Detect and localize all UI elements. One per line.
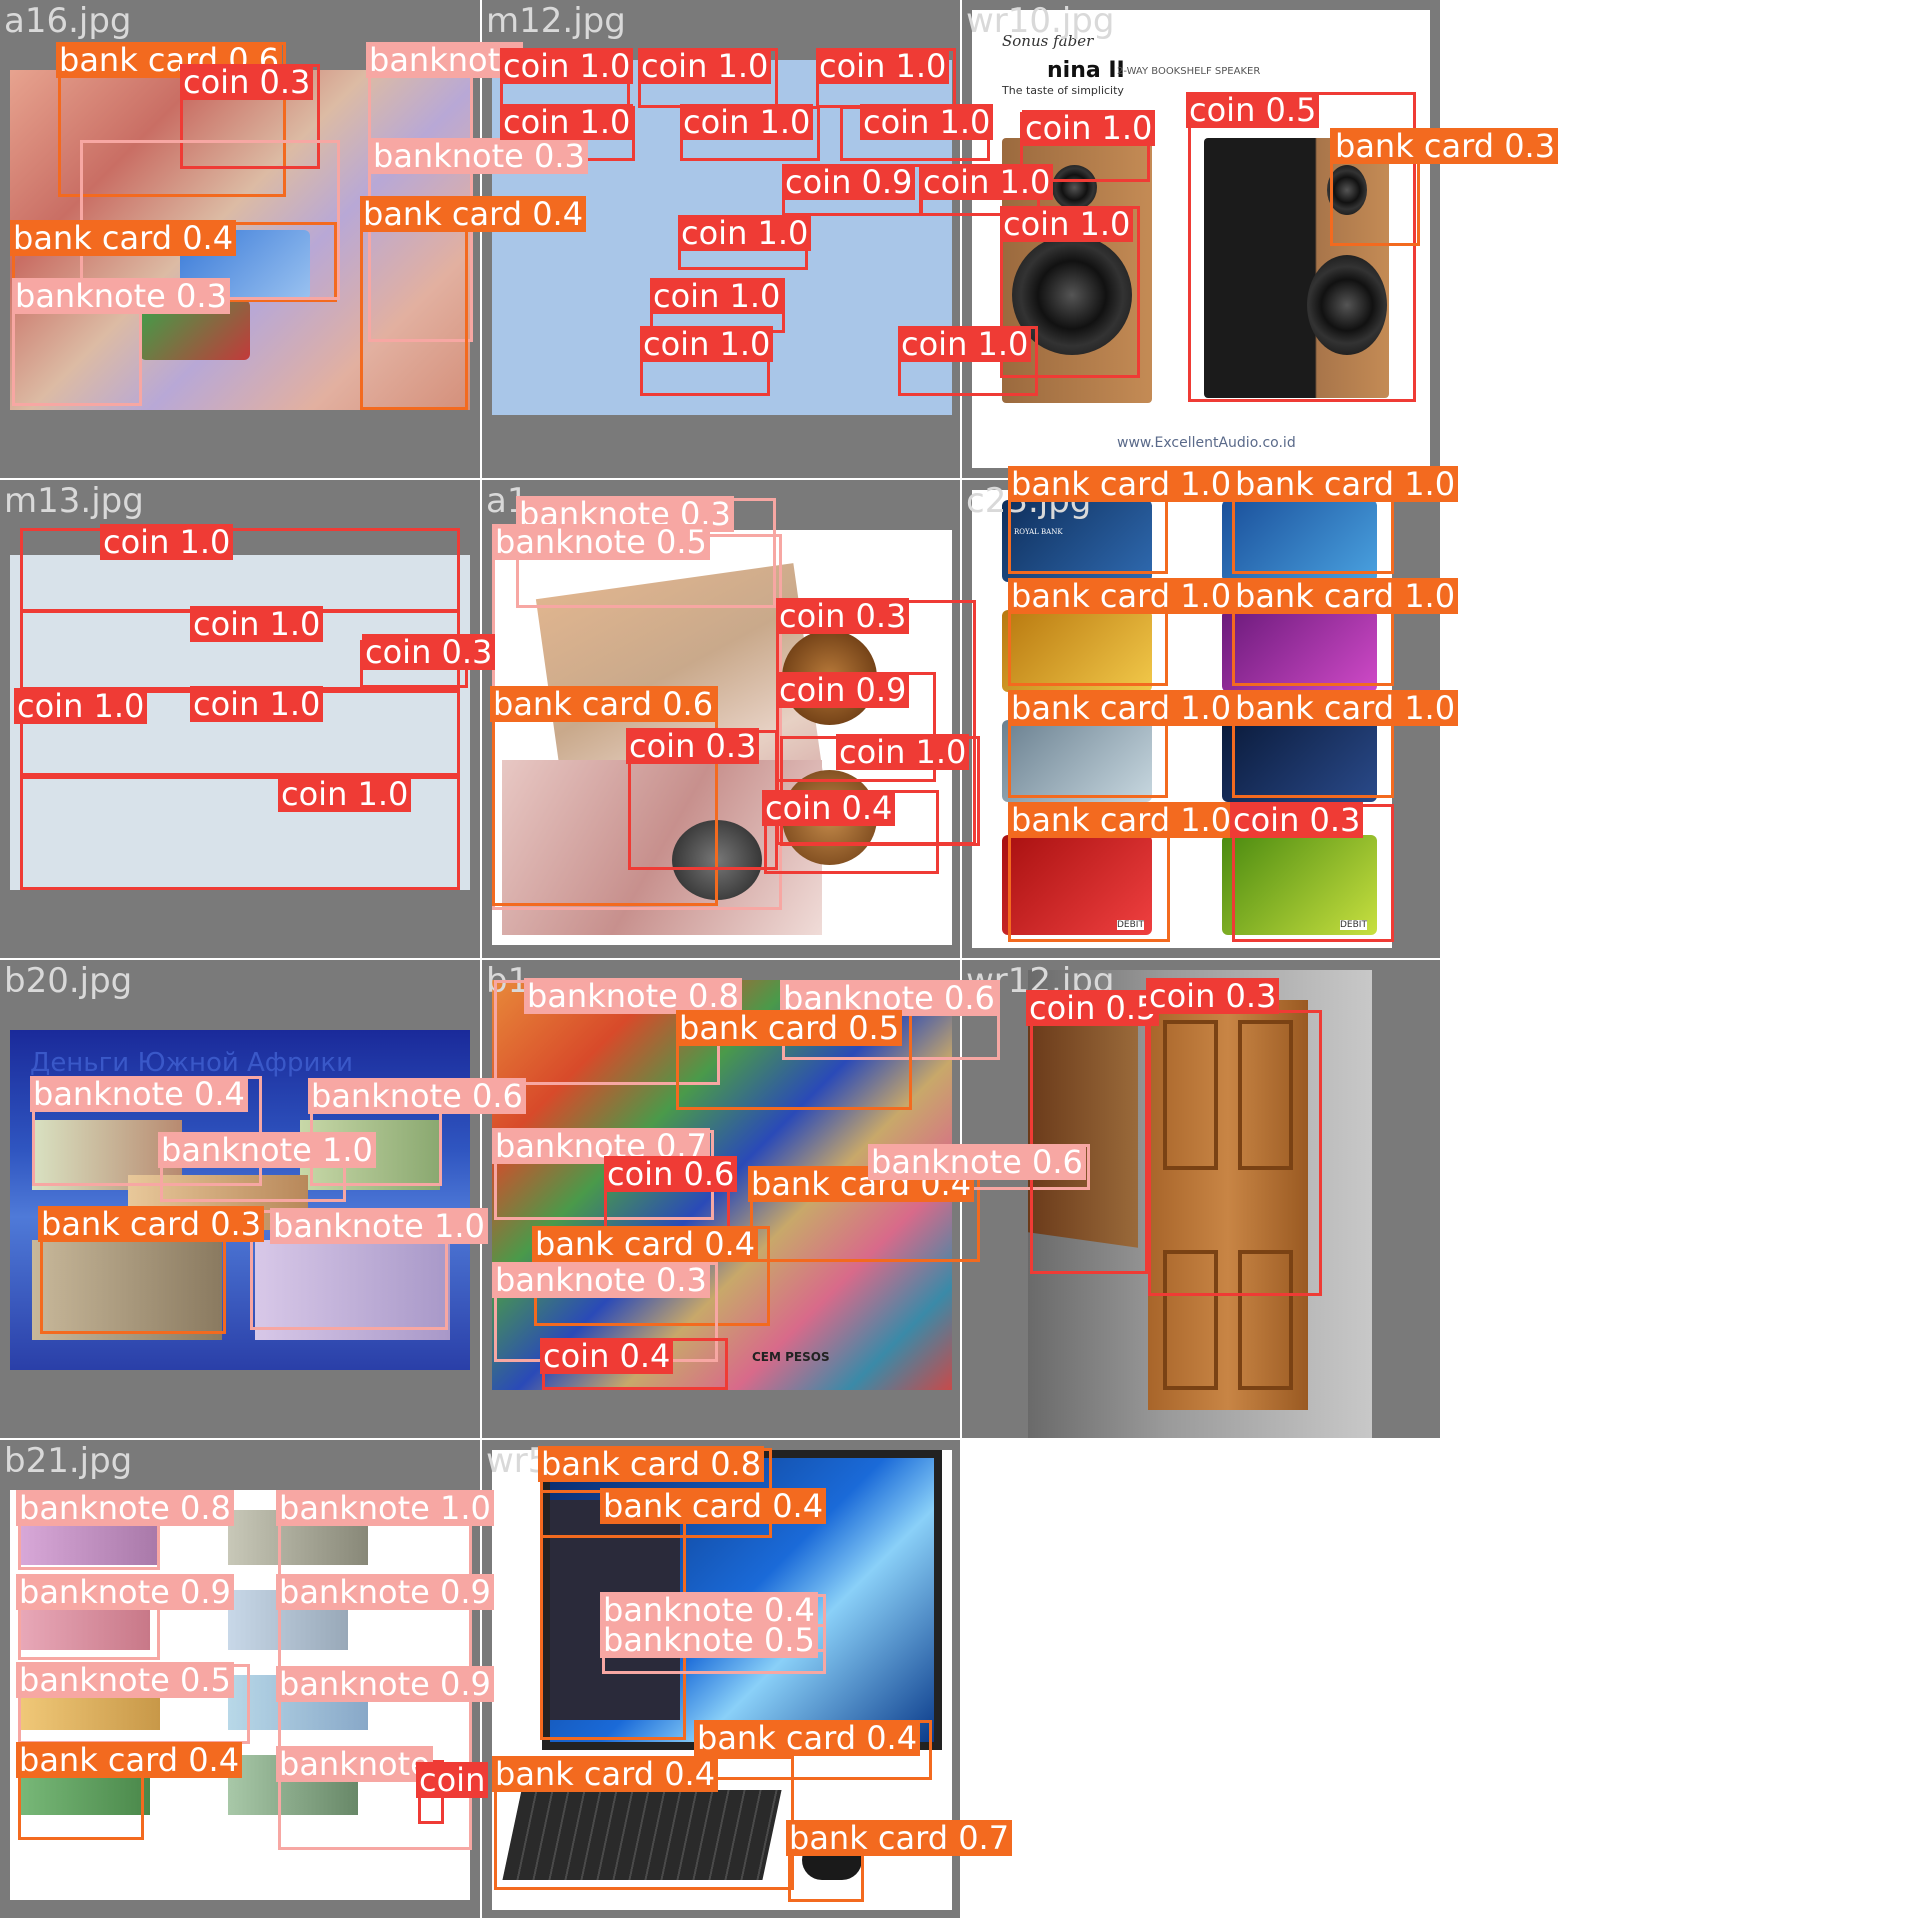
slide-title: Деньги Южной Африки — [30, 1048, 354, 1078]
tile-name: wr10.jpg — [966, 1, 1115, 41]
royal-bank-card-gold — [1002, 610, 1152, 692]
photo-banknote-grid — [10, 1490, 470, 1900]
tile-b21: b21.jpg — [0, 1440, 480, 1918]
tile-name: m12.jpg — [486, 1, 626, 41]
tile-wr10: wr10.jpg Sonus faber nina II 2-WAY BOOKS… — [962, 0, 1440, 478]
photo-coin-grid — [492, 60, 952, 415]
speaker-tagline: The taste of simplicity — [1002, 84, 1124, 97]
tile-a1: a1 — [482, 480, 960, 958]
photo-computer — [492, 1450, 952, 1910]
banknote-under — [502, 760, 822, 935]
keyboard — [502, 1790, 782, 1880]
cem-pesos-text: CEM PESOS — [752, 1350, 830, 1364]
tile-name: b20.jpg — [4, 961, 133, 1001]
photo-bank-cards: ROYAL BANK DEBIT DEBIT — [972, 490, 1392, 948]
mouse — [802, 1840, 862, 1880]
door-panel — [1238, 1020, 1293, 1170]
tile-name: m13.jpg — [4, 481, 144, 521]
speaker-right-woofer — [1307, 255, 1387, 355]
tile-name: b1 — [486, 961, 530, 1001]
speaker-left-woofer — [1012, 235, 1132, 355]
banknote-image — [228, 1755, 358, 1815]
speaker-model: nina II — [1047, 58, 1125, 83]
tile-wr5: wr5 — [482, 1440, 960, 1918]
coin-image — [782, 770, 877, 865]
door-panel — [1163, 1020, 1218, 1170]
bank-card-image — [180, 230, 310, 300]
door-panel — [1163, 1250, 1218, 1390]
tile-name: wr5 — [486, 1441, 550, 1481]
banknote-image — [228, 1510, 368, 1565]
tile-m12: m12.jpg — [482, 0, 960, 478]
photo-speakers: Sonus faber nina II 2-WAY BOOKSHELF SPEA… — [972, 10, 1430, 468]
photo-sa-banknotes: Деньги Южной Африки — [10, 1030, 470, 1370]
speaker-url: www.ExcellentAudio.co.id — [1117, 435, 1296, 451]
royal-bank-card-purple — [1222, 610, 1377, 692]
window-door — [1028, 1002, 1138, 1248]
speaker-subtitle: 2-WAY BOOKSHELF SPEAKER — [1117, 66, 1261, 77]
banknote-image — [228, 1675, 368, 1730]
speaker-right-tweeter — [1327, 165, 1367, 215]
start-menu — [550, 1500, 680, 1720]
royal-bank-card-silver — [1002, 720, 1152, 802]
coin-image — [672, 820, 762, 900]
speaker-left-tweeter — [1052, 165, 1097, 210]
tile-name: c23.jpg — [966, 481, 1092, 521]
banknote-image — [255, 1240, 450, 1340]
banknote-image — [20, 1510, 160, 1565]
photo-coin-rows — [10, 555, 470, 890]
debit-label: DEBIT — [1340, 920, 1367, 930]
banknote-image — [228, 1590, 348, 1650]
tile-b20: b20.jpg Деньги Южной Африки — [0, 960, 480, 1438]
tile-name: wr12.jpg — [966, 961, 1115, 1001]
tile-name: a1 — [486, 481, 529, 521]
coin-image — [782, 630, 877, 725]
tile-a16: a16.jpg — [0, 0, 480, 478]
photo-wooden-doors — [1028, 970, 1372, 1438]
banknote-image — [32, 1240, 222, 1340]
door-panel — [1238, 1250, 1293, 1390]
tile-m13: m13.jpg — [0, 480, 480, 958]
debit-label: DEBIT — [1117, 920, 1144, 930]
banknote-image — [300, 1120, 440, 1190]
banknote-image — [20, 1755, 150, 1815]
tile-wr12: wr12.jpg — [962, 960, 1440, 1438]
banknote-image — [20, 1675, 160, 1730]
photo-banknotes-coins — [492, 530, 952, 945]
tile-name: b21.jpg — [4, 1441, 133, 1481]
bank-card-image — [140, 300, 250, 360]
tile-name: a16.jpg — [4, 1, 132, 41]
bank-name: ROYAL BANK — [1014, 528, 1063, 536]
photo-mixed-banknotes: CEM PESOS — [492, 980, 952, 1390]
tile-b1: b1 CEM PESOS — [482, 960, 960, 1438]
tile-c23: c23.jpg ROYAL BANK DEBIT DEBIT — [962, 480, 1440, 958]
banknote-image — [20, 1590, 150, 1650]
royal-bank-card-blue — [1222, 500, 1377, 582]
royal-bank-card-navy — [1222, 720, 1377, 802]
banknote-image — [128, 1175, 308, 1230]
